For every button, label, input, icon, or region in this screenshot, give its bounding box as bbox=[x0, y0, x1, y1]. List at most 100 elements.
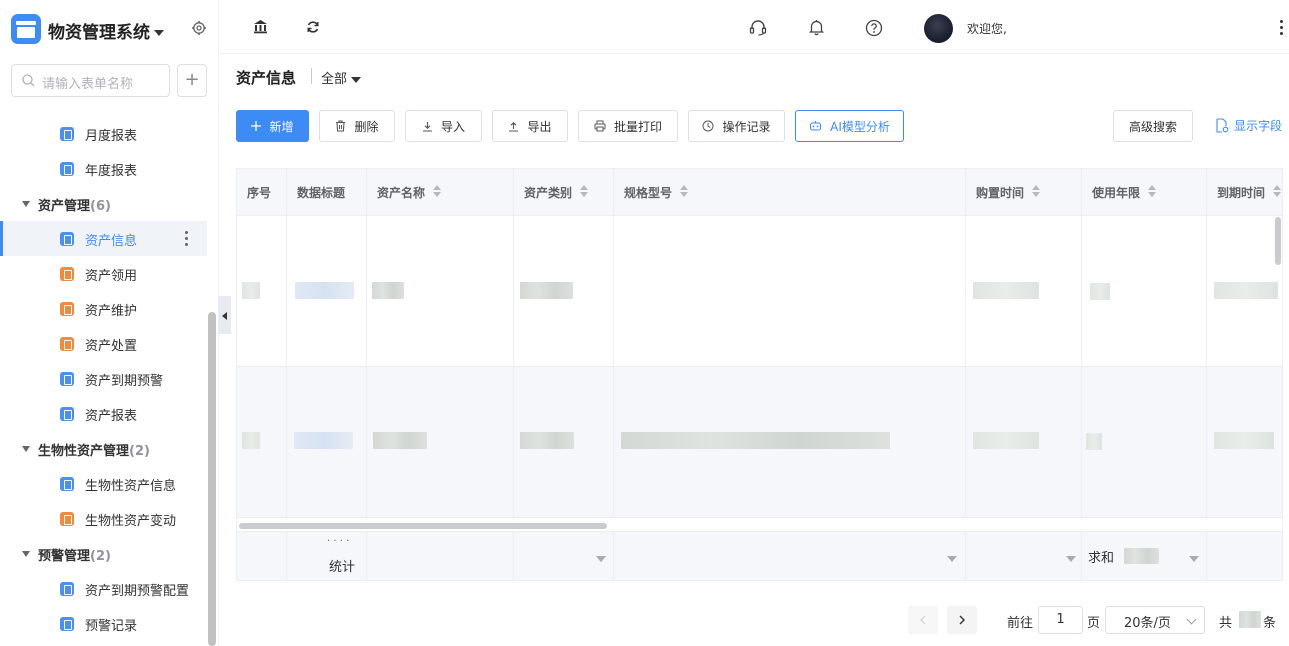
sidebar-item-asset-disposal[interactable]: 资产处置 bbox=[0, 326, 207, 361]
stat-select-purchase-date[interactable] bbox=[966, 532, 1082, 580]
table-cell bbox=[237, 367, 287, 517]
title-divider bbox=[311, 68, 312, 84]
chevron-left-icon bbox=[920, 615, 926, 625]
form-search-input[interactable]: 请输入表单名称 bbox=[11, 64, 170, 97]
column-title: 序号 bbox=[247, 186, 272, 200]
asset-table: 序号 数据标题 资产名称 资产类别 规格型号 购置时间 使用年限 到期时间 · … bbox=[236, 168, 1283, 581]
table-cell bbox=[237, 216, 287, 366]
help-icon[interactable] bbox=[865, 19, 883, 37]
expand-triangle-icon bbox=[22, 201, 30, 207]
sidebar-item-asset-maintenance[interactable]: 资产维护 bbox=[0, 291, 207, 326]
table-row[interactable] bbox=[237, 216, 1282, 367]
sidebar-item-asset-claim[interactable]: 资产领用 bbox=[0, 256, 207, 291]
form-icon bbox=[60, 477, 74, 491]
bank-icon[interactable] bbox=[253, 19, 268, 34]
sidebar-item-monthly-report[interactable]: 月度报表 bbox=[0, 116, 207, 151]
bell-icon[interactable] bbox=[809, 19, 824, 36]
more-vertical-icon[interactable] bbox=[1280, 20, 1284, 38]
import-button[interactable]: 导入 bbox=[405, 110, 482, 142]
expand-triangle-icon bbox=[22, 551, 30, 557]
sidebar-group-bio-assets[interactable]: 生物性资产管理(2) bbox=[0, 434, 207, 464]
horizontal-scrollbar[interactable] bbox=[239, 523, 607, 529]
column-header-spec-model[interactable]: 规格型号 bbox=[614, 169, 966, 216]
group-label: 生物性资产管理(2) bbox=[38, 440, 150, 459]
sort-icon[interactable] bbox=[580, 185, 588, 197]
sort-icon[interactable] bbox=[1148, 185, 1156, 197]
delete-button[interactable]: 删除 bbox=[319, 110, 395, 142]
new-button-label: 新增 bbox=[269, 119, 294, 134]
table-row[interactable] bbox=[237, 367, 1282, 518]
show-fields-link[interactable]: 显示字段 bbox=[1215, 117, 1282, 134]
operation-log-button[interactable]: 操作记录 bbox=[688, 110, 785, 142]
stat-select-asset-category[interactable] bbox=[514, 532, 614, 580]
page-title: 资产信息 bbox=[236, 69, 297, 87]
sort-icon[interactable] bbox=[1032, 185, 1040, 197]
new-button[interactable]: 新增 bbox=[236, 110, 309, 142]
sidebar-item-asset-report[interactable]: 资产报表 bbox=[0, 396, 207, 431]
stat-dots: · · · · bbox=[327, 536, 350, 547]
scope-value: 全部 bbox=[321, 72, 348, 87]
table-cell bbox=[514, 367, 614, 517]
sidebar-item-asset-expiry-warning[interactable]: 资产到期预警 bbox=[0, 361, 207, 396]
export-button[interactable]: 导出 bbox=[492, 110, 568, 142]
next-page-button[interactable] bbox=[947, 606, 977, 634]
more-vertical-icon[interactable] bbox=[185, 231, 189, 247]
trash-icon bbox=[336, 120, 346, 132]
stat-select-service-life[interactable]: 求和 bbox=[1082, 532, 1207, 580]
advanced-search-button[interactable]: 高级搜索 bbox=[1113, 110, 1193, 142]
chevron-down-icon bbox=[351, 76, 362, 83]
refresh-icon[interactable] bbox=[306, 20, 320, 34]
sort-icon[interactable] bbox=[1273, 185, 1281, 197]
headset-icon[interactable] bbox=[749, 19, 767, 36]
prev-page-button[interactable] bbox=[908, 606, 938, 634]
column-header-service-life[interactable]: 使用年限 bbox=[1082, 169, 1207, 216]
stat-select-spec-model[interactable] bbox=[614, 532, 966, 580]
sum-label: 求和 bbox=[1088, 551, 1115, 566]
column-header-purchase-date[interactable]: 购置时间 bbox=[966, 169, 1082, 216]
sidebar-item-label: 资产到期预警配置 bbox=[85, 584, 190, 599]
sidebar-item-bio-asset-change[interactable]: 生物性资产变动 bbox=[0, 501, 207, 536]
sidebar-group-asset-management[interactable]: 资产管理(6) bbox=[0, 189, 207, 219]
flow-icon bbox=[60, 512, 74, 526]
stat-select-asset-name[interactable] bbox=[367, 532, 606, 580]
table-cell bbox=[237, 532, 287, 580]
add-form-button[interactable]: + bbox=[177, 64, 207, 97]
app-switcher[interactable]: 物资管理系统 bbox=[48, 18, 164, 43]
table-cell bbox=[287, 216, 367, 366]
app-title: 物资管理系统 bbox=[48, 23, 150, 43]
upload-icon bbox=[509, 121, 519, 132]
sidebar-item-expiry-warning-config[interactable]: 资产到期预警配置 bbox=[0, 571, 207, 606]
page-number-input[interactable]: 1 bbox=[1038, 606, 1083, 634]
show-fields-label: 显示字段 bbox=[1234, 119, 1283, 133]
sidebar-item-label: 资产到期预警 bbox=[85, 374, 164, 389]
statistics-row: · · · · 统计 求和 bbox=[237, 531, 1282, 580]
sidebar: 物资管理系统 请输入表单名称 + 月度报表 年度报表 资产管理(6) 资产信息 bbox=[0, 0, 219, 646]
sidebar-item-asset-info[interactable]: 资产信息 bbox=[0, 221, 207, 256]
ai-analysis-button[interactable]: AI模型分析 bbox=[795, 110, 904, 142]
chevron-right-icon bbox=[959, 615, 965, 625]
column-header-asset-name[interactable]: 资产名称 bbox=[367, 169, 514, 216]
sidebar-group-warning-management[interactable]: 预警管理(2) bbox=[0, 539, 207, 569]
sidebar-item-warning-records[interactable]: 预警记录 bbox=[0, 606, 207, 641]
sidebar-item-bio-asset-info[interactable]: 生物性资产信息 bbox=[0, 466, 207, 501]
total-prefix: 共 bbox=[1219, 616, 1233, 631]
sidebar-collapse-handle[interactable] bbox=[219, 296, 231, 334]
column-header-asset-category[interactable]: 资产类别 bbox=[514, 169, 614, 216]
import-button-label: 导入 bbox=[440, 119, 465, 134]
report-icon bbox=[60, 127, 74, 141]
batch-print-button[interactable]: 批量打印 bbox=[578, 110, 678, 142]
column-title: 到期时间 bbox=[1217, 186, 1266, 200]
sidebar-item-annual-report[interactable]: 年度报表 bbox=[0, 151, 207, 186]
scope-dropdown[interactable]: 全部 bbox=[321, 68, 362, 87]
sort-icon[interactable] bbox=[433, 185, 441, 197]
table-cell bbox=[1207, 367, 1282, 517]
sort-icon[interactable] bbox=[680, 185, 688, 197]
avatar[interactable] bbox=[924, 14, 953, 43]
page-size-select[interactable]: 20条/页 bbox=[1105, 606, 1205, 634]
column-header-expiry-date[interactable]: 到期时间 bbox=[1207, 169, 1282, 216]
vertical-scrollbar[interactable] bbox=[1275, 217, 1281, 265]
gear-icon[interactable] bbox=[191, 20, 207, 36]
table-cell bbox=[614, 216, 966, 366]
sidebar-item-label: 月度报表 bbox=[85, 129, 138, 144]
sidebar-scrollbar[interactable] bbox=[208, 312, 216, 646]
